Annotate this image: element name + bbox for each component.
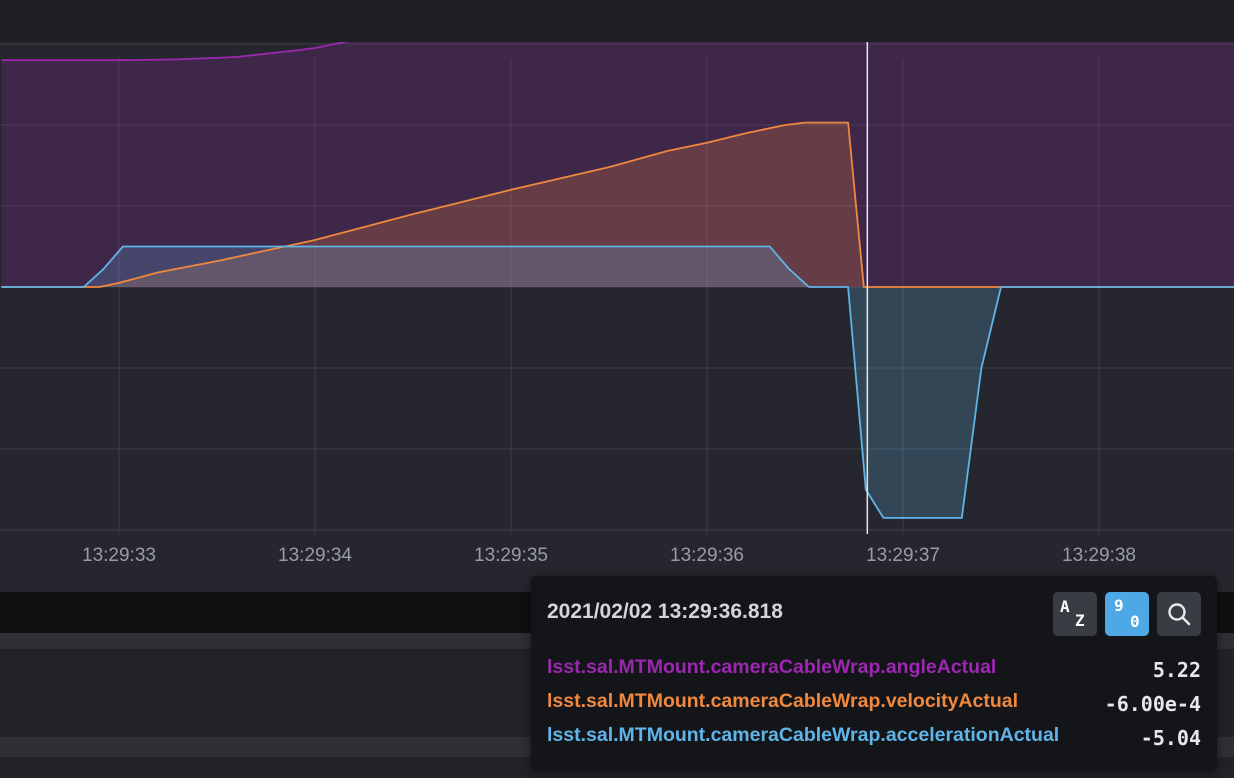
top-toolbar [0, 0, 1234, 42]
series-value: 5.22 [1152, 658, 1201, 682]
x-tick-label: 13:29:34 [278, 545, 352, 566]
sort-numeric-button[interactable]: 9 0 [1105, 592, 1149, 636]
x-tick-label: 13:29:37 [866, 545, 940, 566]
series-value: -6.00e-4 [1104, 692, 1201, 716]
search-button[interactable] [1157, 592, 1201, 636]
series-name: lsst.sal.MTMount.cameraCableWrap.acceler… [547, 724, 1060, 746]
time-series-chart[interactable]: 13:29:33 13:29:34 13:29:35 13:29:36 13:29:37… [0, 42, 1234, 592]
tooltip-row: lsst.sal.MTMount.cameraCableWrap.acceler… [547, 724, 1201, 758]
sort-alpha-bottom: Z [1075, 611, 1085, 630]
x-tick-label: 13:29:38 [1062, 545, 1136, 566]
series-name: lsst.sal.MTMount.cameraCableWrap.velocit… [547, 690, 1019, 712]
sort-num-top: 9 [1114, 596, 1124, 615]
tooltip-row: lsst.sal.MTMount.cameraCableWrap.velocit… [547, 690, 1201, 724]
x-tick-label: 13:29:33 [82, 545, 156, 566]
tooltip-timestamp: 2021/02/02 13:29:36.818 [547, 600, 783, 623]
chart-tooltip: 2021/02/02 13:29:36.818 A Z 9 0 lsst.sal… [531, 576, 1217, 770]
sort-alpha-top: A [1060, 597, 1070, 616]
series-value: -5.04 [1140, 726, 1201, 750]
x-tick-label: 13:29:35 [474, 545, 548, 566]
series-name: lsst.sal.MTMount.cameraCableWrap.angleAc… [547, 656, 997, 678]
x-tick-label: 13:29:36 [670, 545, 744, 566]
search-icon [1168, 603, 1191, 626]
tooltip-row: lsst.sal.MTMount.cameraCableWrap.angleAc… [547, 656, 1201, 690]
sort-num-bottom: 0 [1130, 612, 1140, 631]
tooltip-series-list: lsst.sal.MTMount.cameraCableWrap.angleAc… [547, 656, 1201, 758]
sort-alphabetical-button[interactable]: A Z [1053, 592, 1097, 636]
